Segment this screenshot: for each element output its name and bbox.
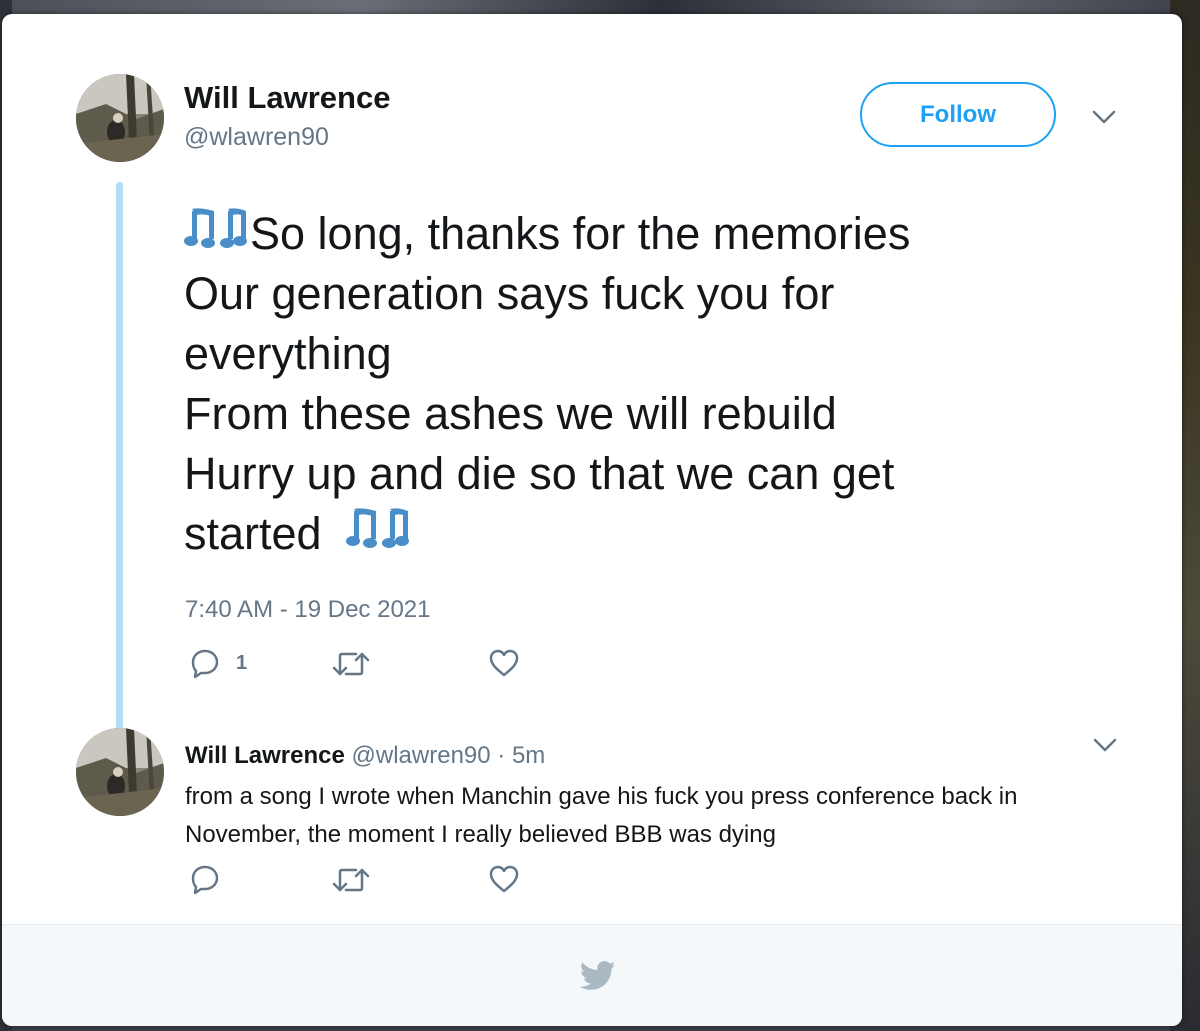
tweet-card: Will Lawrence @wlawren90 Follow So long,… bbox=[2, 14, 1182, 1026]
reply-author-handle[interactable]: @wlawren90 bbox=[352, 742, 491, 769]
tweet-line-3: everything bbox=[184, 328, 392, 379]
tweet-line-1: So long, thanks for the memories bbox=[250, 208, 911, 259]
reply-author-name[interactable]: Will Lawrence bbox=[185, 742, 345, 769]
heart-icon[interactable] bbox=[488, 864, 520, 894]
chevron-down-icon[interactable] bbox=[1092, 736, 1118, 754]
reply-count: 1 bbox=[236, 652, 248, 674]
reply-text: from a song I wrote when Manchin gave hi… bbox=[185, 783, 1018, 848]
separator-dot: · bbox=[497, 742, 506, 769]
author-name[interactable]: Will Lawrence bbox=[184, 80, 390, 116]
retweet-icon[interactable] bbox=[332, 866, 370, 894]
tweet-line-6: started bbox=[184, 508, 322, 559]
card-footer bbox=[2, 924, 1182, 1026]
reply-time[interactable]: 5m bbox=[512, 742, 545, 769]
retweet-icon[interactable] bbox=[332, 650, 370, 678]
chevron-down-icon[interactable] bbox=[1091, 108, 1117, 126]
tweet-line-5: Hurry up and die so that we can get bbox=[184, 448, 895, 499]
twitter-bird-icon[interactable] bbox=[580, 961, 616, 991]
music-notes-icon bbox=[184, 208, 247, 248]
reply-header: Will Lawrence @wlawren90 · 5m bbox=[185, 742, 545, 770]
heart-icon[interactable] bbox=[488, 648, 520, 678]
tweet-line-2: Our generation says fuck you for bbox=[184, 268, 835, 319]
author-handle[interactable]: @wlawren90 bbox=[184, 123, 329, 152]
reply-icon[interactable] bbox=[190, 864, 220, 894]
follow-button[interactable]: Follow bbox=[860, 82, 1056, 147]
avatar[interactable] bbox=[76, 74, 164, 162]
reply-icon[interactable] bbox=[190, 648, 220, 678]
tweet-text: So long, thanks for the memories Our gen… bbox=[184, 204, 1084, 564]
avatar[interactable] bbox=[76, 728, 164, 816]
thread-line bbox=[116, 182, 123, 734]
music-notes-icon bbox=[346, 508, 410, 548]
tweet-timestamp[interactable]: 7:40 AM - 19 Dec 2021 bbox=[185, 596, 430, 624]
tweet-line-4: From these ashes we will rebuild bbox=[184, 388, 837, 439]
